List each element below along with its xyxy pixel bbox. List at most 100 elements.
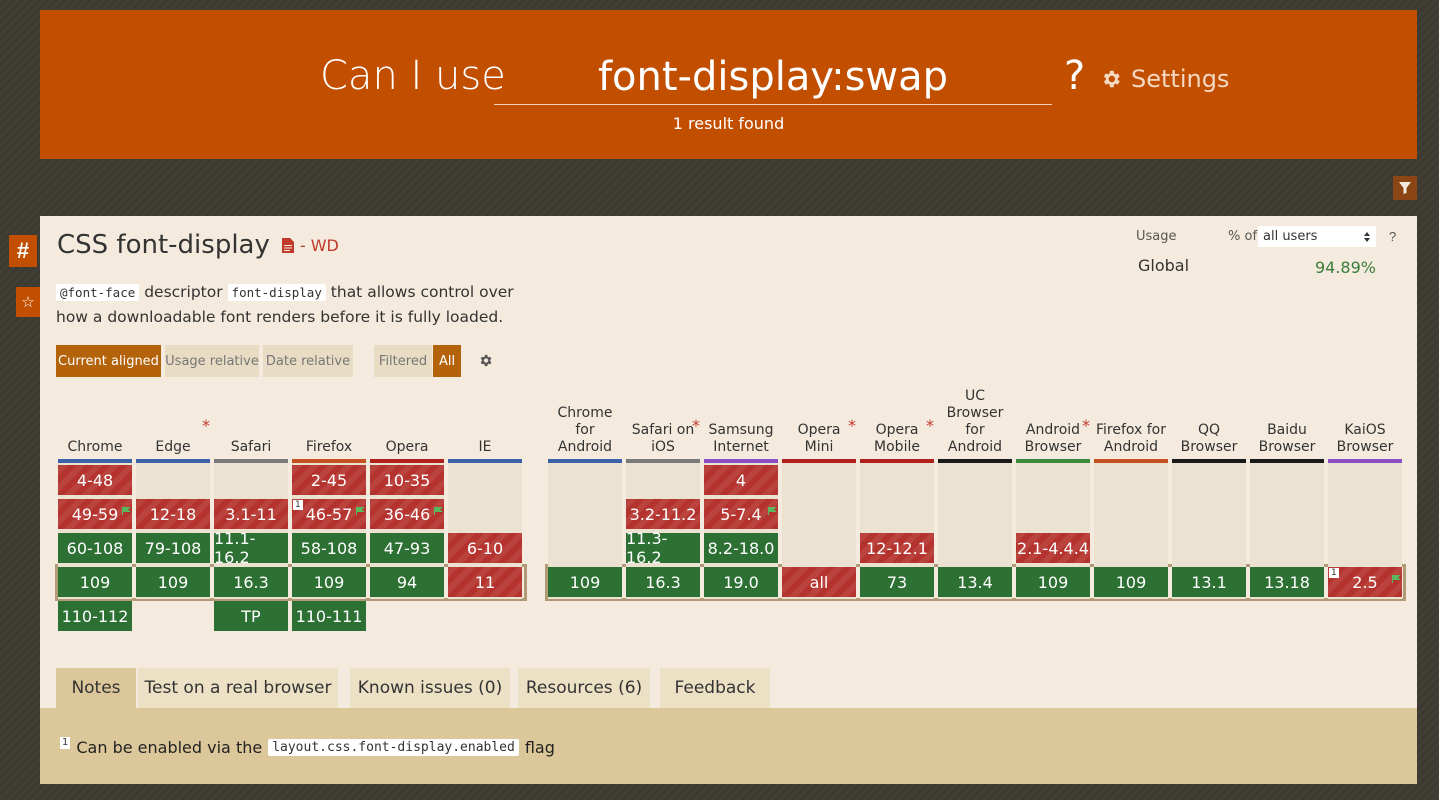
support-cell-edge[interactable]: 12-18 <box>136 499 210 529</box>
support-cell-baidu-browser[interactable]: 13.18 <box>1250 567 1324 597</box>
version-range: 5-7.4 <box>720 504 762 524</box>
version-range: 6-10 <box>466 538 504 558</box>
table-settings-button[interactable] <box>478 353 493 373</box>
filter-button[interactable] <box>1393 176 1417 200</box>
browser-header-uc-browser-for-android: UC Browser for Android <box>946 388 1004 455</box>
spec-status-link[interactable]: - WD <box>281 236 339 255</box>
version-range: 10-35 <box>383 470 431 490</box>
support-cell-samsung-internet[interactable]: 5-7.4 <box>704 499 778 529</box>
settings-button[interactable]: Settings <box>1100 65 1229 93</box>
support-cell-edge[interactable]: 79-108 <box>136 533 210 563</box>
search-input[interactable] <box>494 50 1052 105</box>
version-range: 2.1-4.4.4 <box>1017 538 1089 558</box>
tab-resources[interactable]: Resources (6) <box>518 668 650 708</box>
version-range: 13.18 <box>1264 572 1310 592</box>
flag-icon <box>768 500 777 519</box>
version-range: 46-57 <box>305 504 353 524</box>
support-cell-samsung-internet[interactable]: 4 <box>704 465 778 495</box>
version-range: 79-108 <box>144 538 202 558</box>
support-cell-firefox[interactable]: 58-108 <box>292 533 366 563</box>
tab-notes[interactable]: Notes <box>56 668 136 708</box>
version-range: 13.4 <box>957 572 993 592</box>
browser-header-baidu-browser: Baidu Browser <box>1258 422 1316 455</box>
flag-icon <box>122 500 131 519</box>
browser-header-android-browser: Android Browser <box>1024 422 1082 455</box>
support-cell-chrome[interactable]: 109 <box>58 567 132 597</box>
support-cell-chrome[interactable]: 60-108 <box>58 533 132 563</box>
gear-icon <box>480 354 492 367</box>
version-range: 2-45 <box>310 470 348 490</box>
user-scope-select[interactable]: all users <box>1258 226 1376 247</box>
support-cell-safari-on-ios[interactable]: 3.2-11.2 <box>626 499 700 529</box>
support-cell-opera[interactable]: 94 <box>370 567 444 597</box>
browser-header-kaios-browser: KaiOS Browser <box>1336 422 1394 455</box>
usage-relative-toggle[interactable]: Usage relative <box>165 345 259 377</box>
support-cell-kaios-browser[interactable]: 2.5 1 <box>1328 567 1402 597</box>
support-cell-firefox[interactable]: 2-45 <box>292 465 366 495</box>
version-range: 36-46 <box>383 504 431 524</box>
flag-icon <box>356 500 365 519</box>
support-cell-uc-browser-for-android[interactable]: 13.4 <box>938 567 1012 597</box>
version-range: 16.3 <box>645 572 681 592</box>
note-item: 1 Can be enabled via the layout.css.font… <box>60 736 555 757</box>
version-range: 49-59 <box>71 504 119 524</box>
version-range: 109 <box>1115 572 1147 592</box>
support-cell-chrome[interactable]: 49-59 <box>58 499 132 529</box>
browser-header-samsung-internet: Samsung Internet <box>708 422 774 455</box>
header-prefix: Can I use <box>320 53 506 99</box>
tab-known-issues[interactable]: Known issues (0) <box>350 668 510 708</box>
support-cell-safari-on-ios[interactable]: 16.3 <box>626 567 700 597</box>
support-cell-opera-mobile[interactable]: 73 <box>860 567 934 597</box>
support-cell-firefox[interactable]: 109 <box>292 567 366 597</box>
support-cell-opera[interactable]: 36-46 <box>370 499 444 529</box>
usage-help-button[interactable]: ? <box>1389 229 1396 244</box>
current-aligned-toggle[interactable]: Current aligned <box>56 345 161 377</box>
note-marker: 1 <box>293 500 303 510</box>
support-cell-chrome[interactable]: 110-112 <box>58 601 132 631</box>
version-range: 109 <box>1037 572 1069 592</box>
support-cell-android-browser[interactable]: 109 <box>1016 567 1090 597</box>
filter-icon <box>1399 182 1411 194</box>
support-cell-opera-mobile[interactable]: 12-12.1 <box>860 533 934 563</box>
partial-note-asterisk: * <box>926 416 934 435</box>
support-cell-chrome-for-android[interactable]: 109 <box>548 567 622 597</box>
support-cell-ie[interactable]: 11 <box>448 567 522 597</box>
support-cell-safari-on-ios[interactable]: 11.3-16.2 <box>626 529 700 567</box>
support-cell-firefox-for-android[interactable]: 109 <box>1094 567 1168 597</box>
permalink-button[interactable]: # <box>9 235 37 267</box>
partial-note-asterisk: * <box>692 416 700 435</box>
support-cell-firefox[interactable]: 110-111 <box>292 601 366 631</box>
usage-label: Usage <box>1136 229 1177 244</box>
favorite-button[interactable]: ☆ <box>16 287 40 317</box>
support-cell-samsung-internet[interactable]: 19.0 <box>704 567 778 597</box>
support-cell-edge[interactable]: 109 <box>136 567 210 597</box>
support-cell-samsung-internet[interactable]: 8.2-18.0 <box>704 533 778 563</box>
select-arrows-icon <box>1364 231 1370 242</box>
feature-card: CSS font-display - WD @font-face descrip… <box>40 216 1417 784</box>
support-cell-safari[interactable]: TP <box>214 601 288 631</box>
desc-code-fontdisplay: font-display <box>227 284 326 301</box>
filtered-toggle[interactable]: Filtered <box>374 345 432 377</box>
support-cell-safari[interactable]: 11.1-16.2 <box>214 529 288 567</box>
support-cell-chrome[interactable]: 4-48 <box>58 465 132 495</box>
support-cell-ie[interactable]: 6-10 <box>448 533 522 563</box>
support-cell-firefox[interactable]: 46-57 1 <box>292 499 366 529</box>
support-cell-opera-mini[interactable]: all <box>782 567 856 597</box>
support-cell-opera[interactable]: 47-93 <box>370 533 444 563</box>
version-range: 4 <box>735 470 747 490</box>
tab-feedback[interactable]: Feedback <box>660 668 770 708</box>
date-relative-toggle[interactable]: Date relative <box>263 345 353 377</box>
version-range: 60-108 <box>66 538 124 558</box>
version-range: 110-111 <box>295 606 363 626</box>
tab-test-real-browser[interactable]: Test on a real browser <box>138 668 338 708</box>
support-cell-qq-browser[interactable]: 13.1 <box>1172 567 1246 597</box>
version-range: 73 <box>886 572 908 592</box>
support-cell-android-browser[interactable]: 2.1-4.4.4 <box>1016 533 1090 563</box>
version-range: 109 <box>569 572 601 592</box>
all-toggle[interactable]: All <box>433 345 461 377</box>
support-cell-safari[interactable]: 16.3 <box>214 567 288 597</box>
user-scope-value: all users <box>1263 229 1318 244</box>
version-range: 47-93 <box>383 538 431 558</box>
support-cell-safari[interactable]: 3.1-11 <box>214 499 288 529</box>
support-cell-opera[interactable]: 10-35 <box>370 465 444 495</box>
